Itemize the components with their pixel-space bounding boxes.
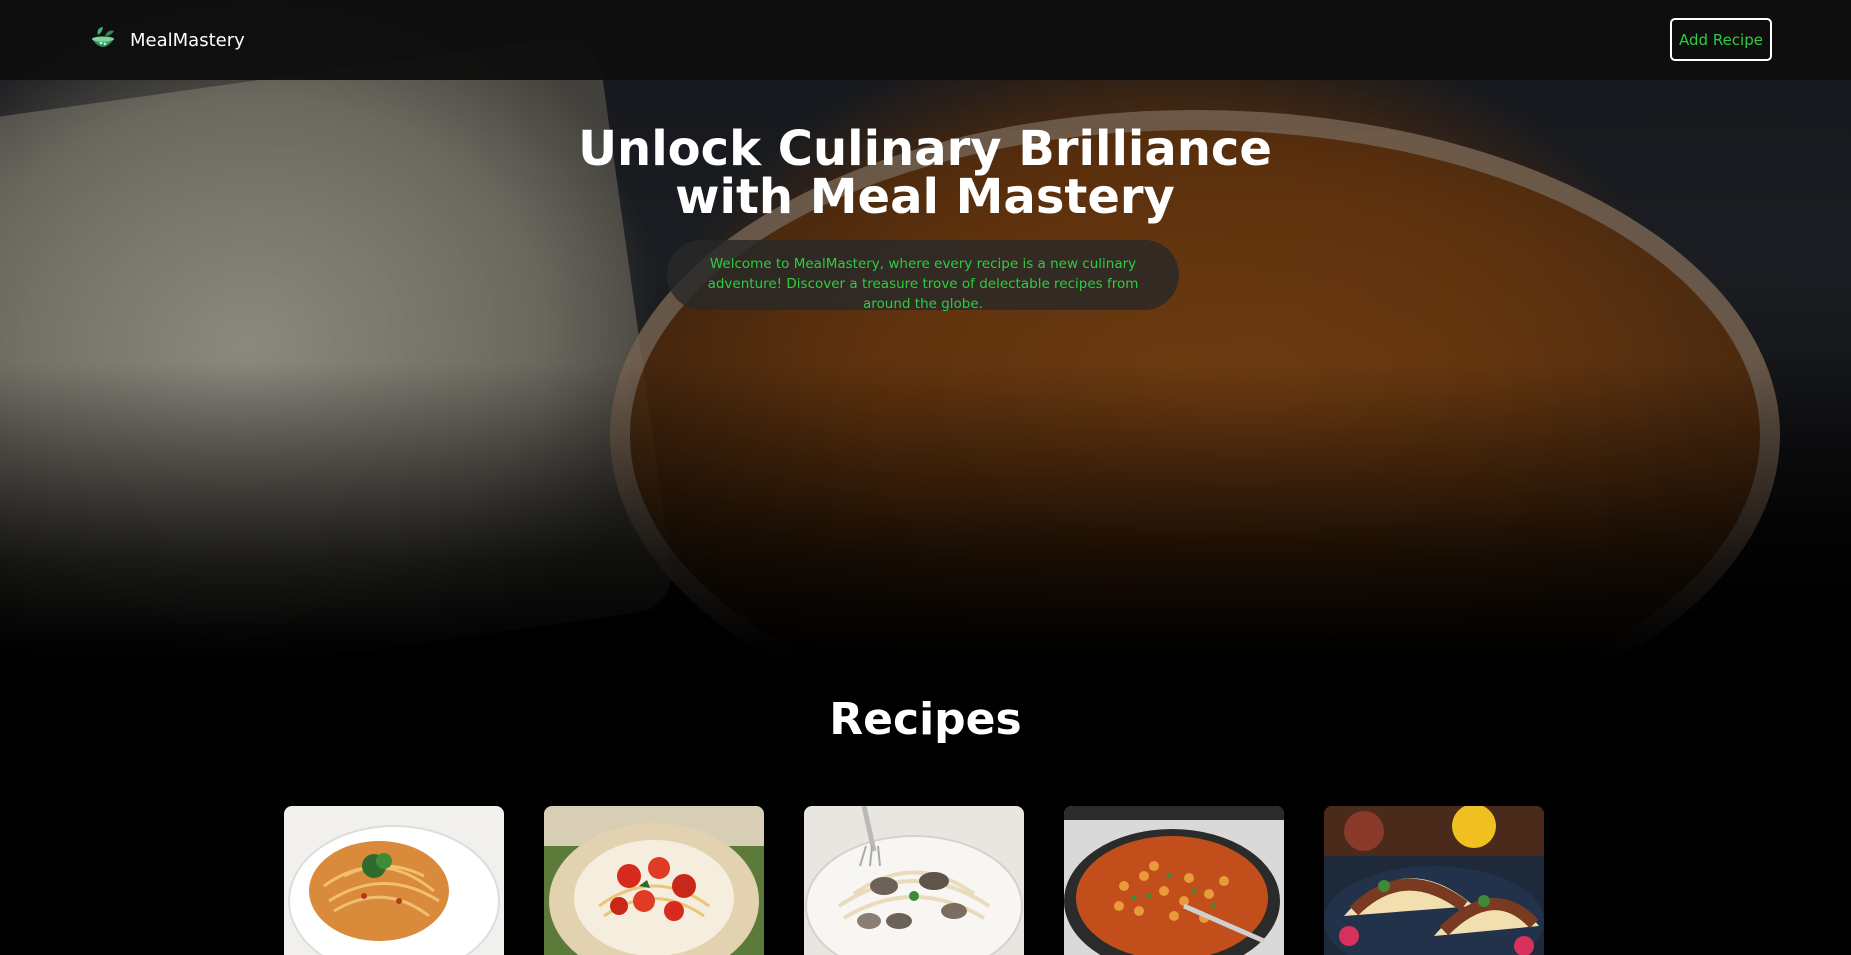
brand-link[interactable]: MealMastery — [88, 24, 245, 56]
tomato-pasta-photo — [544, 806, 764, 955]
recipes-section-title: Recipes — [829, 694, 1022, 745]
navbar: MealMastery Add Recipe — [0, 0, 1851, 80]
hero-subtitle: Welcome to MealMastery, where every reci… — [667, 240, 1179, 312]
recipe-card[interactable] — [544, 806, 764, 955]
recipe-card[interactable] — [284, 806, 504, 955]
recipe-card[interactable] — [804, 806, 1024, 955]
hero-section: Unlock Culinary Brilliance with Meal Mas… — [0, 0, 1851, 660]
chickpea-curry-pan-photo — [1064, 806, 1284, 955]
brand-name: MealMastery — [130, 29, 245, 51]
page: Unlock Culinary Brilliance with Meal Mas… — [0, 0, 1851, 955]
mushroom-pasta-photo — [804, 806, 1024, 955]
bowl-leaf-logo-icon — [92, 27, 114, 47]
recipe-card[interactable] — [1324, 806, 1544, 955]
spaghetti-photo — [284, 806, 504, 955]
recipe-card[interactable] — [1064, 806, 1284, 955]
hero-title: Unlock Culinary Brilliance with Meal Mas… — [578, 121, 1272, 225]
tacos-photo — [1324, 806, 1544, 955]
hero-overlay — [0, 0, 1851, 660]
add-recipe-button[interactable]: Add Recipe — [1670, 18, 1772, 61]
